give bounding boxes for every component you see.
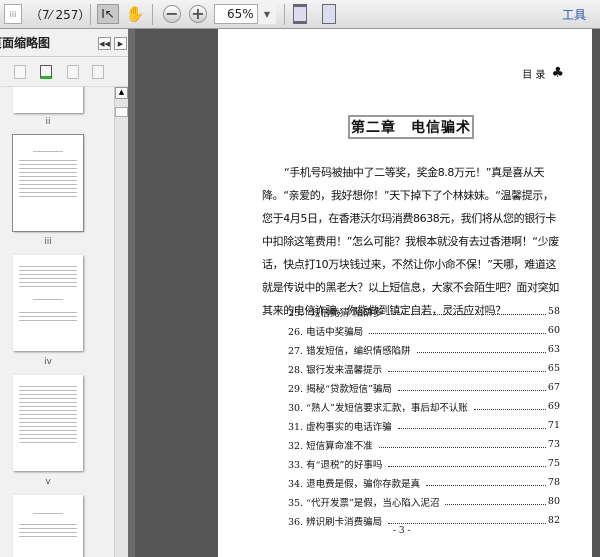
toc-entry[interactable]: 32. 短信算命准不准 73 (288, 435, 560, 454)
toc-leader (426, 480, 546, 486)
page-number: - 3 - (393, 526, 411, 536)
toc-title: 25. “短信竞猜”陷阱多 (288, 307, 383, 319)
toc-title: 27. 错发短信，编织情感陷阱 (288, 345, 411, 357)
collapse-panel-icon[interactable]: ◀◀ (98, 37, 111, 50)
toc-title: 35. “代开发票”是假，当心陷入泥沼 (288, 497, 440, 509)
select-tool-icon[interactable]: I↖ (97, 4, 119, 24)
toc-title: 26. 电话中奖骗局 (288, 326, 364, 338)
separator (152, 4, 153, 25)
hand-tool-icon[interactable]: ✋ (125, 4, 145, 24)
panel-header: 页面缩略图 ◀◀ ▶ (0, 29, 128, 57)
toc-page: 67 (547, 382, 560, 393)
delete-page-icon[interactable] (14, 65, 26, 79)
toc-page: 58 (547, 306, 560, 317)
separator (90, 4, 91, 25)
toc-title: 34. 退电费是假，骗你存款是真 (288, 478, 421, 490)
header-text: 目 录 (522, 69, 546, 81)
toc-title: 36. 辨识刷卡消费骗局 (288, 516, 383, 528)
toc-entry[interactable]: 29. 揭秘“贷款短信”骗局 67 (288, 378, 560, 397)
zoom-dropdown-icon[interactable]: ▼ (257, 4, 276, 24)
header-ornament-icon: ♣ (551, 65, 564, 81)
thumbnail-page[interactable] (13, 495, 83, 557)
toc-page: 82 (547, 515, 560, 526)
panel-splitter[interactable] (128, 29, 135, 557)
rotate-right-icon[interactable] (92, 65, 104, 79)
toc-page: 65 (547, 363, 560, 374)
running-header: 目 录 ♣ (522, 65, 564, 81)
page-number-input[interactable]: iii (4, 4, 22, 24)
scrollbar-thumb[interactable] (115, 107, 128, 117)
panel-menu-icon[interactable]: ▶ (114, 37, 127, 50)
insert-page-icon[interactable] (40, 65, 52, 79)
toc-entry[interactable]: 25. “短信竞猜”陷阱多 58 (288, 302, 560, 321)
thumbnail-page[interactable] (13, 375, 83, 471)
thumbnail-label: iv (44, 357, 52, 367)
toc-title: 28. 银行发来温馨提示 (288, 364, 383, 376)
toc-entry[interactable]: 30. “熟人”发短信要求汇款，事后却不认账 69 (288, 397, 560, 416)
toc-leader (397, 385, 546, 391)
table-of-contents: 25. “短信竞猜”陷阱多 58 26. 电话中奖骗局 60 27. 错发短信，编织情感… (288, 302, 560, 530)
fit-page-icon[interactable] (322, 4, 336, 24)
toc-leader (388, 366, 546, 372)
fit-width-icon[interactable] (293, 4, 307, 24)
toc-entry[interactable]: 34. 退电费是假，骗你存款是真 78 (288, 473, 560, 492)
toc-leader (416, 347, 546, 353)
scroll-up-icon[interactable]: ▲ (115, 87, 128, 99)
intro-paragraph: “手机号码被抽中了二等奖，奖金8.8万元！”真是喜从天降。“亲爱的，我好想你！”… (262, 166, 559, 317)
toc-page: 80 (547, 496, 560, 507)
toc-page: 60 (547, 325, 560, 336)
page-count: （7⁄ 257） (30, 7, 91, 22)
thumbnail-page[interactable] (13, 255, 83, 351)
thumbnail-toolbar (0, 57, 128, 87)
toc-title: 31. 虚构事实的电话诈骗 (288, 421, 392, 433)
toc-page: 78 (547, 477, 560, 488)
toc-entry[interactable]: 33. 有“退税”的好事吗 75 (288, 454, 560, 473)
toc-leader (388, 309, 546, 315)
document-page: 目 录 ♣ 第二章 电信骗术 “手机号码被抽中了二等奖，奖金8.8万元！”真是喜从… (218, 29, 592, 557)
toc-entry[interactable]: 28. 银行发来温馨提示 65 (288, 359, 560, 378)
toc-leader (388, 461, 546, 467)
toc-leader (445, 499, 546, 505)
toc-page: 69 (547, 401, 560, 412)
thumbnail-page[interactable] (12, 134, 84, 232)
toc-title: 32. 短信算命准不准 (288, 440, 373, 452)
thumbnail-scrollbar[interactable]: ▲ (114, 87, 128, 557)
toc-entry[interactable]: 35. “代开发票”是假，当心陷入泥沼 80 (288, 492, 560, 511)
chapter-title: 第二章 电信骗术 (348, 115, 474, 139)
toc-leader (388, 518, 546, 524)
toc-leader (473, 404, 546, 410)
zoom-out-icon[interactable]: − (163, 5, 181, 23)
toc-entry[interactable]: 27. 错发短信，编织情感陷阱 63 (288, 340, 560, 359)
toc-title: 29. 揭秘“贷款短信”骗局 (288, 383, 392, 395)
tools-button[interactable]: 工具 (562, 4, 586, 24)
rotate-left-icon[interactable] (67, 65, 79, 79)
toc-page: 75 (547, 458, 560, 469)
thumbnail-label: v (45, 477, 51, 487)
zoom-in-icon[interactable]: + (189, 5, 207, 23)
separator (284, 4, 285, 25)
toc-title: 33. 有“退税”的好事吗 (288, 459, 383, 471)
thumbnail-label: iii (44, 237, 52, 247)
toc-page: 73 (547, 439, 560, 450)
toc-title: 30. “熟人”发短信要求汇款，事后却不认账 (288, 402, 468, 414)
toc-leader (378, 442, 546, 448)
toc-leader (369, 328, 546, 334)
thumbnail-page[interactable] (13, 87, 83, 113)
toc-entry[interactable]: 36. 辨识刷卡消费骗局 82 (288, 511, 560, 530)
panel-title: 页面缩略图 (0, 36, 51, 50)
toc-page: 71 (547, 420, 560, 431)
toc-leader (397, 423, 546, 429)
toolbar: iii （7⁄ 257） I↖ ✋ − + 65% ▼ 工具 (0, 0, 600, 29)
thumbnail-label: ii (45, 117, 51, 127)
toc-page: 63 (547, 344, 560, 355)
toc-entry[interactable]: 31. 虚构事实的电话诈骗 71 (288, 416, 560, 435)
toc-entry[interactable]: 26. 电话中奖骗局 60 (288, 321, 560, 340)
thumbnails-panel: 页面缩略图 ◀◀ ▶ ii iii iv v ▲ (0, 29, 128, 557)
thumbnail-list[interactable]: ii iii iv v (0, 87, 114, 557)
